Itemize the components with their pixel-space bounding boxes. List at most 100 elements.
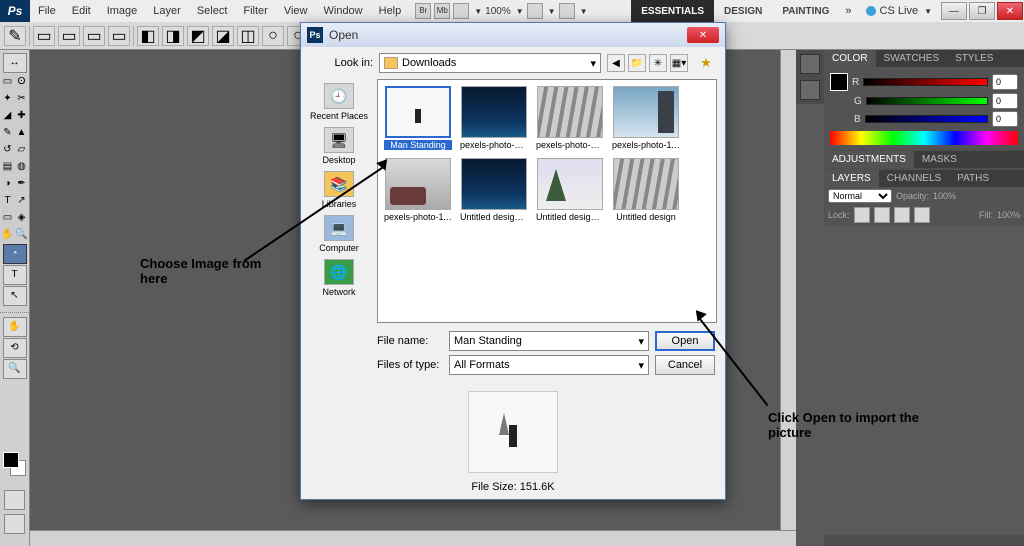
window-close[interactable]: ✕ <box>997 2 1023 20</box>
file-thumb[interactable]: pexels-photo-13… <box>536 86 604 150</box>
new-folder-icon[interactable]: ✳ <box>649 54 667 72</box>
file-thumb[interactable]: pexels-photo-11… <box>612 86 680 150</box>
tool-heal[interactable]: ✚ <box>15 108 28 124</box>
scrollbar-vertical[interactable] <box>780 50 796 530</box>
tool-shape[interactable]: ▭ <box>1 210 14 226</box>
tool-blur[interactable]: ◍ <box>15 159 28 175</box>
lock-all-icon[interactable] <box>914 207 930 223</box>
tool-rotate-view[interactable]: ⟲ <box>3 338 27 358</box>
tab-paths[interactable]: PATHS <box>949 170 997 187</box>
opt-icon-5[interactable]: ◫ <box>237 26 259 46</box>
slider-r[interactable] <box>863 78 988 86</box>
menu-edit[interactable]: Edit <box>64 5 99 17</box>
file-list[interactable]: Man Standingpexels-photo-91…pexels-photo… <box>377 79 717 323</box>
tool-history[interactable]: ↺ <box>1 142 14 158</box>
menu-file[interactable]: File <box>30 5 64 17</box>
opt-icon-3[interactable]: ◩ <box>187 26 209 46</box>
nav-up-icon[interactable]: 📁 <box>628 54 646 72</box>
tool-preset[interactable]: ✎ <box>4 26 26 46</box>
opt-subtract-selection[interactable]: ▭ <box>83 26 105 46</box>
type-select[interactable]: All Formats▾ <box>449 355 649 375</box>
mini-panel-1[interactable] <box>800 54 820 74</box>
tool-hand2[interactable]: ✋ <box>3 317 27 337</box>
opt-add-selection[interactable]: ▭ <box>58 26 80 46</box>
nav-back-icon[interactable]: ◀ <box>607 54 625 72</box>
dialog-close[interactable]: ✕ <box>687 27 719 43</box>
window-restore[interactable]: ❐ <box>969 2 995 20</box>
tool-brush[interactable]: ✎ <box>1 125 14 141</box>
opt-new-selection[interactable]: ▭ <box>33 26 55 46</box>
place-network[interactable]: 🌐Network <box>322 259 355 297</box>
filename-input[interactable]: Man Standing▾ <box>449 331 649 351</box>
workspace-essentials[interactable]: ESSENTIALS <box>631 0 714 22</box>
opt-icon-6[interactable]: ○ <box>262 26 284 46</box>
tool-stamp[interactable]: ▲ <box>15 125 28 141</box>
workspace-design[interactable]: DESIGN <box>714 0 772 22</box>
file-thumb[interactable]: Untitled design <box>612 158 680 222</box>
tool-quick-select[interactable]: ◔ <box>3 244 27 264</box>
opt-icon-4[interactable]: ◪ <box>212 26 234 46</box>
open-button[interactable]: Open <box>655 331 715 351</box>
favorite-icon[interactable]: ★ <box>697 54 715 72</box>
color-spectrum[interactable] <box>830 131 1018 145</box>
opt-sample-all[interactable]: ◧ <box>137 26 159 46</box>
file-thumb[interactable]: Man Standing <box>384 86 452 150</box>
tool-dodge[interactable]: ◑ <box>1 176 14 192</box>
tool-path[interactable]: ↗ <box>15 193 28 209</box>
tab-swatches[interactable]: SWATCHES <box>876 50 948 67</box>
tool-eraser[interactable]: ▱ <box>15 142 28 158</box>
layers-list[interactable] <box>824 225 1024 535</box>
place-desktop[interactable]: 🖥Desktop <box>322 127 355 165</box>
tool-move[interactable]: ↔ <box>3 53 27 73</box>
screen-mode-icon[interactable] <box>559 3 575 19</box>
lock-trans-icon[interactable] <box>854 207 870 223</box>
opt-icon-2[interactable]: ◨ <box>162 26 184 46</box>
tool-eyedrop[interactable]: ◢ <box>1 108 14 124</box>
menu-image[interactable]: Image <box>99 5 146 17</box>
workspace-more[interactable]: » <box>839 0 857 22</box>
place-recent[interactable]: 🕘Recent Places <box>310 83 368 121</box>
mini-panel-2[interactable] <box>800 80 820 100</box>
place-computer[interactable]: 💻Computer <box>319 215 359 253</box>
slider-b[interactable] <box>865 115 988 123</box>
tool-path2[interactable]: ↖ <box>3 286 27 306</box>
menu-select[interactable]: Select <box>189 5 236 17</box>
screenmode-toggle[interactable] <box>4 514 25 534</box>
tool-gradient[interactable]: ▤ <box>1 159 14 175</box>
opacity-value[interactable]: 100% <box>933 191 956 201</box>
tool-zoom2[interactable]: 🔍 <box>3 359 27 379</box>
menu-layer[interactable]: Layer <box>145 5 189 17</box>
tool-3d[interactable]: ◈ <box>15 210 28 226</box>
input-r[interactable] <box>992 74 1018 90</box>
minibridge-icon[interactable]: Mb <box>434 3 450 19</box>
input-b[interactable] <box>992 111 1018 127</box>
file-thumb[interactable]: Untitled design (1) <box>460 158 528 222</box>
cancel-button[interactable]: Cancel <box>655 355 715 375</box>
lock-pixels-icon[interactable] <box>874 207 890 223</box>
file-thumb[interactable]: Untitled design (2) <box>536 158 604 222</box>
tab-adjustments[interactable]: ADJUSTMENTS <box>824 151 914 168</box>
tool-text[interactable]: T <box>3 265 27 285</box>
color-swatch[interactable] <box>830 73 848 91</box>
tool-crop[interactable]: ✂ <box>15 91 28 107</box>
menu-help[interactable]: Help <box>371 5 410 17</box>
tool-zoom[interactable]: 🔍 <box>15 227 28 243</box>
input-g[interactable] <box>992 93 1018 109</box>
lookin-dropdown[interactable]: Downloads ▾ <box>379 53 601 73</box>
tab-channels[interactable]: CHANNELS <box>879 170 949 187</box>
tool-wand[interactable]: ✦ <box>1 91 14 107</box>
tool-lasso[interactable]: ʘ <box>15 74 28 90</box>
zoom-level[interactable]: 100% <box>485 6 511 17</box>
menu-filter[interactable]: Filter <box>235 5 275 17</box>
tab-layers[interactable]: LAYERS <box>824 170 879 187</box>
cslive-button[interactable]: CS Live▼ <box>858 5 940 17</box>
tool-pen[interactable]: ✒ <box>15 176 28 192</box>
opt-intersect-selection[interactable]: ▭ <box>108 26 130 46</box>
tool-hand[interactable]: ✋ <box>1 227 14 243</box>
tool-marquee[interactable]: ▭ <box>1 74 14 90</box>
tab-styles[interactable]: STYLES <box>947 50 1001 67</box>
foreground-swatch[interactable] <box>3 452 19 468</box>
tab-masks[interactable]: MASKS <box>914 151 965 168</box>
lock-pos-icon[interactable] <box>894 207 910 223</box>
window-minimize[interactable]: — <box>941 2 967 20</box>
